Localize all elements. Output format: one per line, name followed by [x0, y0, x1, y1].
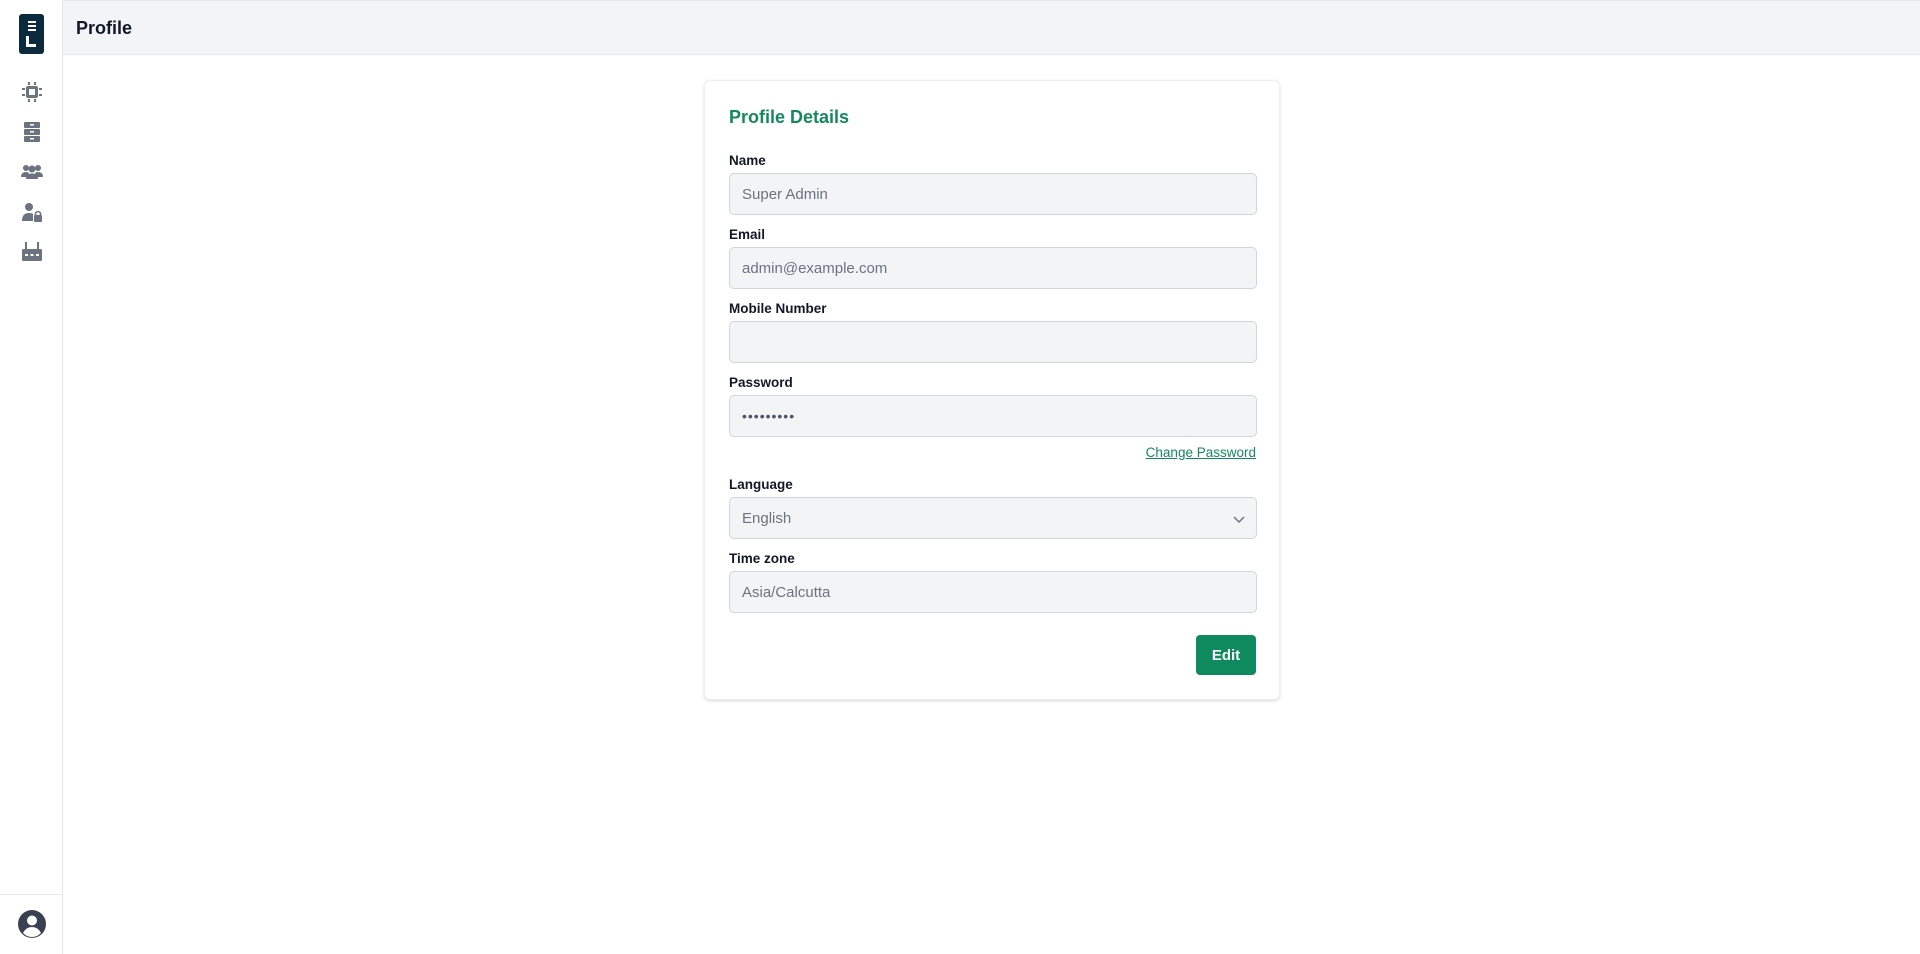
mobile-number-label: Mobile Number — [729, 301, 827, 316]
sidebar-item-users[interactable] — [20, 160, 44, 184]
name-value: Super Admin — [742, 185, 828, 203]
email-input[interactable]: admin@example.com — [729, 247, 1257, 289]
email-value: admin@example.com — [742, 259, 888, 277]
logo-icon[interactable] — [19, 14, 44, 54]
email-label: Email — [729, 227, 766, 242]
password-input[interactable]: ••••••••• — [729, 395, 1257, 437]
chevron-down-icon — [1233, 516, 1245, 524]
language-label: Language — [729, 477, 793, 492]
user-lock-icon — [22, 203, 42, 222]
top-header: Profile — [63, 0, 1920, 55]
users-icon — [21, 165, 43, 179]
change-password-link[interactable]: Change Password — [1146, 445, 1256, 460]
name-input[interactable]: Super Admin — [729, 173, 1257, 215]
sidebar — [0, 0, 63, 954]
time-zone-input[interactable]: Asia/Calcutta — [729, 571, 1257, 613]
time-zone-label: Time zone — [729, 551, 795, 566]
password-value: ••••••••• — [742, 408, 796, 424]
time-zone-value: Asia/Calcutta — [742, 583, 831, 601]
sidebar-footer — [0, 894, 63, 954]
language-value: English — [742, 509, 792, 527]
card-title: Profile Details — [729, 107, 850, 127]
sidebar-item-router[interactable] — [20, 240, 44, 264]
sidebar-item-user-lock[interactable] — [20, 200, 44, 224]
language-select[interactable]: English — [729, 497, 1257, 539]
chip-icon — [22, 82, 42, 102]
profile-details-card: Profile Details Name Super Admin Email a… — [704, 80, 1280, 700]
edit-button[interactable]: Edit — [1196, 635, 1256, 675]
mobile-number-input[interactable] — [729, 321, 1257, 363]
page-title: Profile — [76, 18, 133, 38]
sidebar-item-servers[interactable] — [20, 120, 44, 144]
router-icon — [22, 242, 42, 261]
sidebar-item-chip[interactable] — [20, 80, 44, 104]
password-label: Password — [729, 375, 793, 390]
user-menu-button[interactable] — [17, 909, 47, 939]
user-circle-icon — [18, 910, 46, 938]
server-icon — [24, 122, 40, 142]
name-label: Name — [729, 153, 766, 168]
app-root: Profile Profile Details Name Super Admin… — [0, 0, 1920, 954]
